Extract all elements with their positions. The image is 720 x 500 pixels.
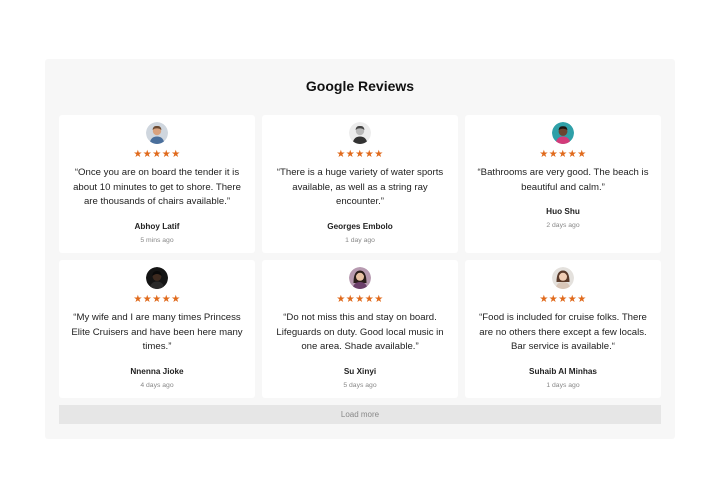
review-card: ★★★★★ “Bathrooms are very good. The beac…	[465, 115, 661, 253]
review-date: 2 days ago	[546, 222, 580, 229]
rating-stars: ★★★★★	[336, 294, 384, 305]
review-date: 1 day ago	[345, 236, 375, 244]
review-date: 1 days ago	[546, 381, 580, 389]
review-card: ★★★★★ “My wife and I are many times Prin…	[59, 260, 255, 398]
user-avatar-icon	[552, 122, 574, 144]
reviewer-name: Nnenna Jioke	[130, 366, 184, 376]
rating-stars: ★★★★★	[539, 294, 587, 305]
review-text: “Once you are on board the tender it is …	[73, 167, 241, 207]
review-date: 5 days ago	[343, 381, 377, 389]
review-card: ★★★★★ “Food is included for cruise folks…	[465, 260, 661, 398]
rating-stars: ★★★★★	[133, 149, 181, 160]
review-text: “Food is included for cruise folks. Ther…	[479, 312, 647, 352]
user-avatar-icon	[349, 122, 371, 144]
reviewer-name: Abhoy Latif	[134, 221, 180, 231]
rating-stars: ★★★★★	[133, 294, 181, 305]
review-date: 5 mins ago	[140, 236, 174, 244]
user-avatar-icon	[146, 122, 168, 144]
user-avatar-icon	[349, 267, 371, 289]
rating-stars: ★★★★★	[336, 149, 384, 160]
review-text: “Bathrooms are very good. The beach is b…	[477, 167, 649, 193]
reviewer-name: Huo Shu	[546, 207, 580, 216]
review-card: ★★★★★ “Do not miss this and stay on boar…	[262, 260, 458, 398]
reviewer-name: Su Xinyi	[343, 366, 377, 376]
widget-title: Google Reviews	[305, 78, 415, 94]
review-text: “There is a huge variety of water sports…	[276, 167, 444, 207]
user-avatar-icon	[552, 267, 574, 289]
rating-stars: ★★★★★	[539, 149, 587, 160]
review-date: 4 days ago	[140, 381, 174, 389]
review-text: “Do not miss this and stay on board. Lif…	[276, 312, 444, 352]
review-card: ★★★★★ “There is a huge variety of water …	[262, 115, 458, 253]
load-more-button[interactable]: Load more	[59, 405, 661, 424]
google-reviews-widget: Google Reviews ★★★★★ “Once you are on bo…	[45, 59, 675, 439]
reviewer-name: Georges Embolo	[327, 221, 393, 231]
reviewer-name: Suhaib Al Minhas	[529, 366, 597, 376]
user-avatar-icon	[146, 267, 168, 289]
review-card: ★★★★★ “Once you are on board the tender …	[59, 115, 255, 253]
review-text: “My wife and I are many times Princess E…	[71, 312, 243, 352]
